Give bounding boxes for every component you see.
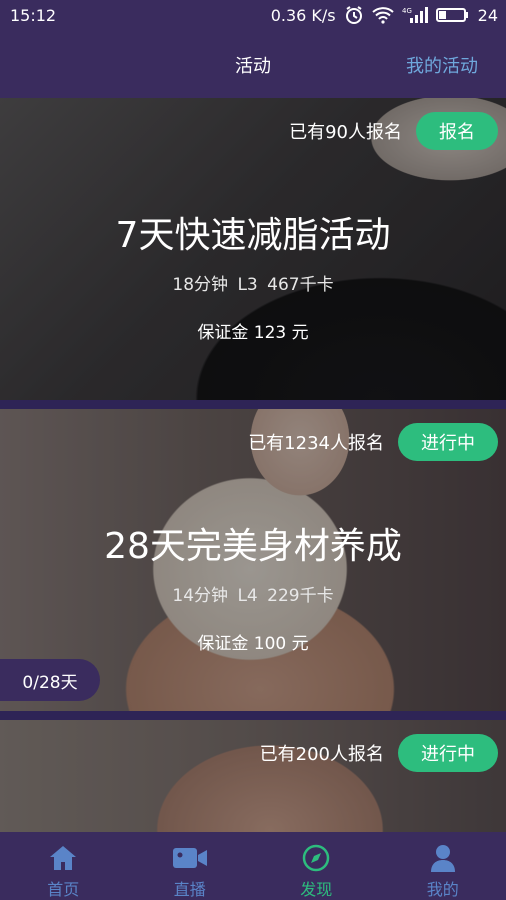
signup-count: 已有1234人报名 xyxy=(248,433,384,454)
activity-card[interactable]: 已有90人报名 报名 7天快速减脂活动 18分钟 L3 467千卡 保证金 12… xyxy=(0,98,506,400)
top-navigation: 活动 我的活动 xyxy=(0,30,506,98)
signup-count: 已有200人报名 xyxy=(259,744,384,765)
wifi-icon xyxy=(371,6,394,24)
signup-button[interactable]: 报名 xyxy=(416,112,498,150)
activity-meta: 14分钟 L4 229千卡 xyxy=(172,586,334,606)
activity-card[interactable]: 已有1234人报名 进行中 28天完美身材养成 14分钟 L4 229千卡 保证… xyxy=(0,409,506,711)
home-icon xyxy=(49,844,77,872)
svg-text:4G: 4G xyxy=(402,7,412,15)
tab-home[interactable]: 首页 xyxy=(0,832,127,900)
battery-icon xyxy=(435,6,470,24)
status-bar: 15:12 0.36 K/s 4G 24 xyxy=(0,0,506,30)
tab-profile[interactable]: 我的 xyxy=(380,832,506,900)
activity-deposit: 保证金 100 元 xyxy=(197,634,309,654)
activity-title: 28天完美身材养成 xyxy=(104,526,402,567)
in-progress-button[interactable]: 进行中 xyxy=(398,423,498,461)
user-icon xyxy=(430,844,455,872)
activity-list[interactable]: 已有90人报名 报名 7天快速减脂活动 18分钟 L3 467千卡 保证金 12… xyxy=(0,98,506,832)
status-indicators: 0.36 K/s 4G 24 xyxy=(271,5,498,25)
bottom-tab-bar: 首页 直播 发现 我的 xyxy=(0,832,506,900)
my-activities-link[interactable]: 我的活动 xyxy=(406,52,478,78)
tab-live[interactable]: 直播 xyxy=(127,832,254,900)
compass-icon xyxy=(302,844,330,872)
signup-count: 已有90人报名 xyxy=(289,122,402,143)
activity-title: 7天快速减脂活动 xyxy=(115,215,391,256)
tab-discover[interactable]: 发现 xyxy=(253,832,380,900)
network-speed: 0.36 K/s xyxy=(270,5,336,25)
activity-meta: 18分钟 L3 467千卡 xyxy=(172,275,334,295)
tab-label: 发现 xyxy=(300,880,333,899)
tab-label: 直播 xyxy=(173,880,206,899)
alarm-icon xyxy=(344,5,364,25)
tab-label: 首页 xyxy=(47,880,80,899)
in-progress-button[interactable]: 进行中 xyxy=(398,734,498,772)
cell-signal-icon: 4G xyxy=(402,6,428,24)
activity-card[interactable]: 已有200人报名 进行中 xyxy=(0,720,506,832)
battery-level: 24 xyxy=(477,5,498,25)
activity-deposit: 保证金 123 元 xyxy=(197,323,309,343)
video-camera-icon xyxy=(172,844,208,872)
progress-badge: 0/28天 xyxy=(0,659,100,701)
tab-label: 我的 xyxy=(426,880,459,899)
status-time: 15:12 xyxy=(10,5,57,25)
